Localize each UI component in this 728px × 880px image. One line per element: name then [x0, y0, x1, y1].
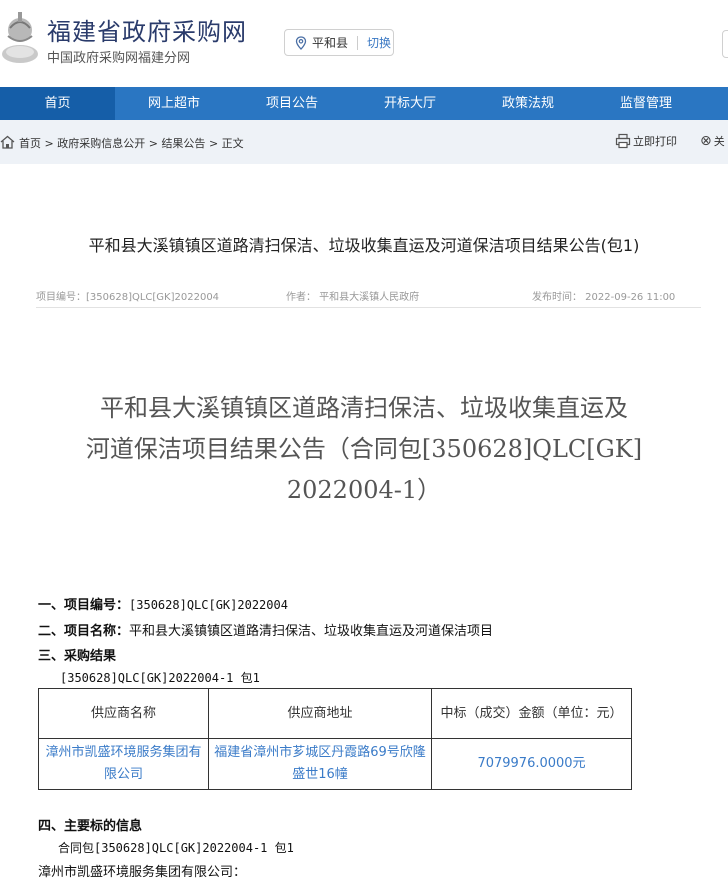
- print-button[interactable]: 立即打印: [615, 133, 677, 149]
- nav-item-policies[interactable]: 政策法规: [469, 87, 587, 120]
- section-label: 二、项目名称：: [38, 624, 130, 639]
- location-selector[interactable]: 平和县 切换: [284, 29, 394, 56]
- meta-publish-time: 发布时间： 2022-09-26 11:00: [532, 292, 676, 303]
- section4-supplier: 漳州市凯盛环境服务集团有限公司：: [38, 865, 247, 880]
- site-title[interactable]: 福建省政府采购网: [47, 12, 247, 47]
- breadcrumb: 首页 > 政府采购信息公开 > 结果公告 > 正文: [19, 135, 244, 151]
- home-icon: [0, 135, 15, 149]
- section-value: [350628]QLC[GK]2022004: [129, 598, 288, 612]
- cell-supplier-name: 漳州市凯盛环境服务集团有限公司: [38, 738, 209, 790]
- section-main-subject: 四、主要标的信息: [38, 815, 142, 834]
- search-box-edge[interactable]: [722, 30, 728, 58]
- header-amount: 中标（成交）金额（单位：元）: [431, 688, 632, 739]
- location-switch-link[interactable]: 切换: [367, 34, 391, 51]
- cell-amount: 7079976.0000元: [431, 738, 632, 790]
- location-divider: [357, 35, 359, 50]
- package-label: [350628]QLC[GK]2022004-1 包1: [60, 671, 260, 685]
- breadcrumb-current: 正文: [221, 137, 244, 150]
- location-city: 平和县: [312, 36, 349, 50]
- result-table: 供应商名称 供应商地址 中标（成交）金额（单位：元） 漳州市凯盛环境服务集团有限…: [38, 688, 632, 790]
- section-procurement-result: 三、采购结果: [38, 645, 116, 664]
- nav-item-announcements[interactable]: 项目公告: [233, 87, 351, 120]
- section-project-name: 二、项目名称：平和县大溪镇镇区道路清扫保洁、垃圾收集直运及河道保洁项目: [38, 620, 493, 639]
- close-icon: ⊗: [700, 133, 712, 149]
- main-nav: 首页 网上超市 项目公告 开标大厅 政策法规 监督管理: [0, 87, 728, 120]
- announcement-heading-line: 2022004-1）: [286, 476, 442, 504]
- meta-author: 作者： 平和县大溪镇人民政府: [286, 292, 420, 303]
- header-supplier-name: 供应商名称: [38, 688, 209, 739]
- section-project-number: 一、项目编号：[350628]QLC[GK]2022004: [38, 594, 288, 613]
- announcement-heading-line: 平和县大溪镇镇区道路清扫保洁、垃圾收集直运及: [100, 394, 628, 422]
- nav-item-supervision[interactable]: 监督管理: [587, 87, 705, 120]
- section-label: 四、主要标的信息: [38, 819, 143, 834]
- close-button[interactable]: ⊗ 关: [700, 133, 725, 149]
- breadcrumb-separator: >: [208, 137, 219, 150]
- announcement-heading: 平和县大溪镇镇区道路清扫保洁、垃圾收集直运及 河道保洁项目结果公告（合同包[35…: [30, 388, 698, 511]
- location-pin-icon: [295, 35, 307, 50]
- site-header: 福建省政府采购网 中国政府采购网福建分网 平和县 切换: [0, 0, 728, 87]
- section-label: 三、采购结果: [38, 649, 117, 664]
- table-row: 漳州市凯盛环境服务集团有限公司 福建省漳州市芗城区丹霞路69号欣隆盛世16幢 7…: [38, 738, 632, 790]
- breadcrumb-bar: 首页 > 政府采购信息公开 > 结果公告 > 正文 立即打印 ⊗ 关: [0, 120, 728, 164]
- site-subtitle: 中国政府采购网福建分网: [47, 51, 191, 66]
- breadcrumb-separator: >: [44, 137, 54, 150]
- section-value: 平和县大溪镇镇区道路清扫保洁、垃圾收集直运及河道保洁项目: [129, 624, 494, 639]
- breadcrumb-separator: >: [148, 137, 158, 150]
- breadcrumb-home[interactable]: 首页: [19, 137, 41, 150]
- meta-project-number: 项目编号：[350628]QLC[GK]2022004: [36, 292, 220, 303]
- cell-supplier-address: 福建省漳州市芗城区丹霞路69号欣隆盛世16幢: [207, 738, 433, 790]
- breadcrumb-info-public[interactable]: 政府采购信息公开: [57, 137, 145, 150]
- announcement-heading-line: 河道保洁项目结果公告（合同包[350628]QLC[GK]: [85, 435, 643, 463]
- site-logo[interactable]: [0, 8, 40, 66]
- nav-item-home[interactable]: 首页: [0, 87, 115, 120]
- nav-item-online-mall[interactable]: 网上超市: [115, 87, 233, 120]
- nav-item-bid-hall[interactable]: 开标大厅: [351, 87, 469, 120]
- printer-icon: [615, 133, 631, 149]
- meta-divider: [36, 307, 701, 308]
- header-supplier-address: 供应商地址: [207, 688, 433, 739]
- section4-package: 合同包[350628]QLC[GK]2022004-1 包1: [58, 841, 294, 855]
- print-label: 立即打印: [633, 135, 677, 148]
- article-title: 平和县大溪镇镇区道路清扫保洁、垃圾收集直运及河道保洁项目结果公告(包1): [88, 236, 640, 255]
- breadcrumb-result-announcement[interactable]: 结果公告: [161, 137, 205, 150]
- table-header-row: 供应商名称 供应商地址 中标（成交）金额（单位：元）: [38, 688, 632, 739]
- close-label: 关: [713, 135, 725, 148]
- section-label: 一、项目编号：: [38, 598, 130, 613]
